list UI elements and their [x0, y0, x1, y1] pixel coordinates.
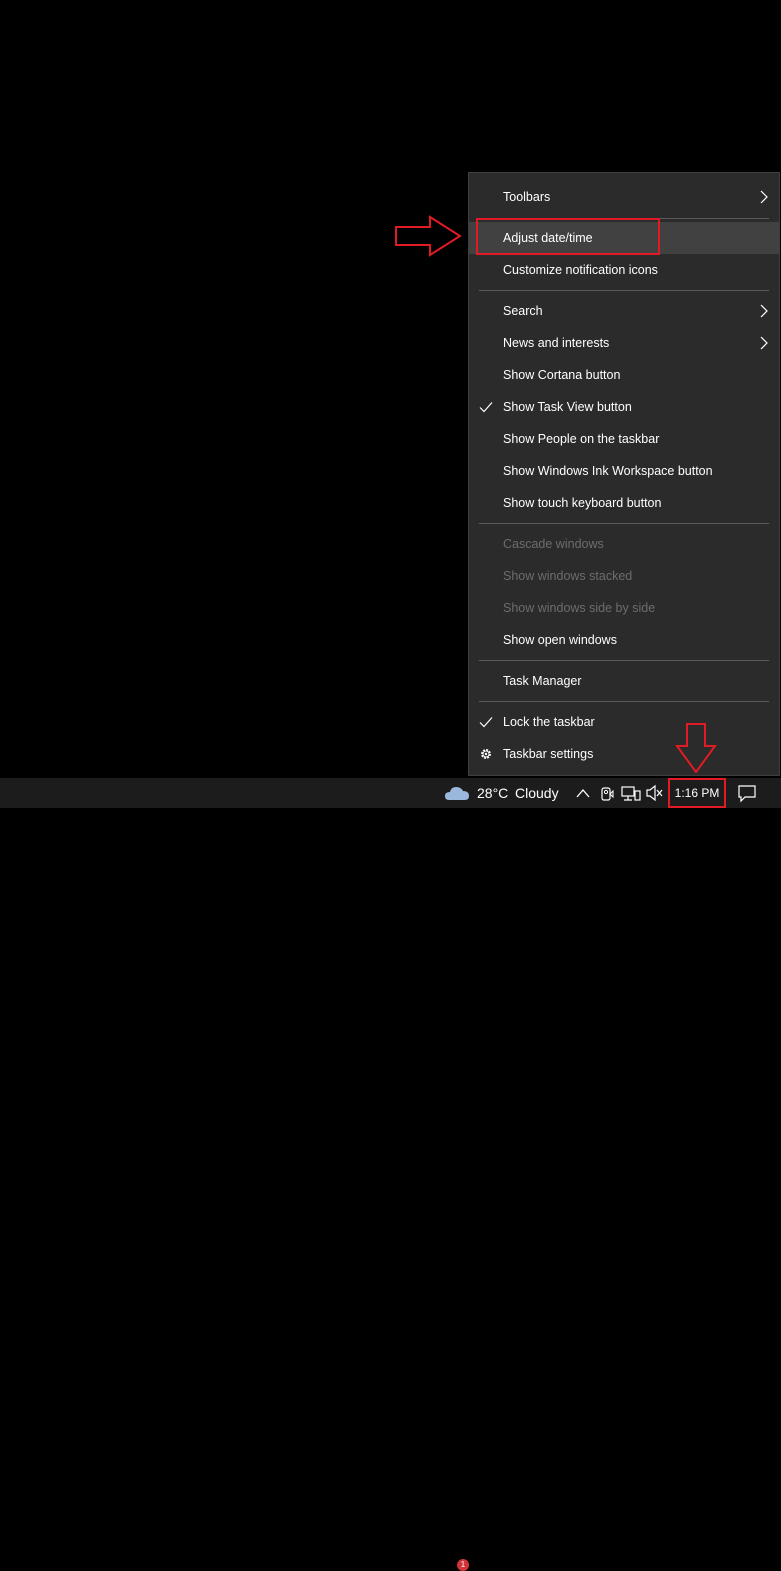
taskbar-context-menu: Toolbars Adjust date/time Customize noti…: [468, 172, 780, 776]
menu-item-show-task-view-button[interactable]: Show Task View button: [469, 391, 779, 423]
menu-item-label: Search: [503, 304, 543, 318]
menu-item-show-people[interactable]: Show People on the taskbar: [469, 423, 779, 455]
menu-item-label: Task Manager: [503, 674, 582, 688]
chevron-right-icon: [760, 304, 768, 318]
chevron-up-icon[interactable]: [574, 778, 592, 808]
menu-separator: [479, 660, 769, 661]
menu-separator: [479, 523, 769, 524]
menu-item-label: Show touch keyboard button: [503, 496, 662, 510]
annotation-clock-box: [668, 778, 726, 808]
weather-temperature[interactable]: 28°C: [477, 778, 508, 808]
chevron-right-icon: [760, 190, 768, 204]
annotation-highlight-box: [476, 218, 660, 255]
menu-separator: [479, 701, 769, 702]
menu-item-label: Show Cortana button: [503, 368, 621, 382]
checkmark-icon: [479, 717, 493, 728]
menu-item-show-cortana-button[interactable]: Show Cortana button: [469, 359, 779, 391]
gear-icon: [481, 749, 491, 759]
notification-badge: 1: [457, 1559, 469, 1571]
annotation-arrow-down-icon: [675, 723, 717, 774]
menu-item-cascade-windows: Cascade windows: [469, 528, 779, 560]
menu-item-label: Show Windows Ink Workspace button: [503, 464, 713, 478]
menu-item-label: Show Task View button: [503, 400, 632, 414]
menu-separator: [479, 290, 769, 291]
menu-item-task-manager[interactable]: Task Manager: [469, 665, 779, 697]
menu-item-label: Show open windows: [503, 633, 617, 647]
network-icon[interactable]: [620, 778, 642, 808]
menu-item-toolbars[interactable]: Toolbars: [469, 181, 779, 213]
checkmark-icon: [479, 402, 493, 413]
menu-item-lock-the-taskbar[interactable]: Lock the taskbar: [469, 706, 779, 738]
menu-item-label: Lock the taskbar: [503, 715, 595, 729]
action-center-icon[interactable]: [736, 778, 758, 808]
menu-item-label: Customize notification icons: [503, 263, 658, 277]
volume-muted-icon[interactable]: [645, 778, 665, 808]
menu-item-customize-notification-icons[interactable]: Customize notification icons: [469, 254, 779, 286]
menu-item-taskbar-settings[interactable]: Taskbar settings: [469, 738, 779, 770]
menu-item-label: Show People on the taskbar: [503, 432, 660, 446]
menu-item-show-windows-stacked: Show windows stacked: [469, 560, 779, 592]
weather-condition[interactable]: Cloudy: [515, 778, 559, 808]
menu-item-label: News and interests: [503, 336, 610, 350]
menu-item-label: Toolbars: [503, 190, 551, 204]
menu-item-label: Show windows side by side: [503, 601, 656, 615]
chevron-right-icon: [760, 336, 768, 350]
menu-item-show-windows-side-by-side: Show windows side by side: [469, 592, 779, 624]
annotation-arrow-right-icon: [395, 215, 462, 257]
cloud-icon[interactable]: [444, 778, 472, 808]
menu-item-show-touch-keyboard[interactable]: Show touch keyboard button: [469, 487, 779, 519]
menu-item-news-and-interests[interactable]: News and interests: [469, 327, 779, 359]
menu-item-label: Cascade windows: [503, 537, 604, 551]
menu-item-show-open-windows[interactable]: Show open windows: [469, 624, 779, 656]
menu-item-label: Taskbar settings: [503, 747, 594, 761]
menu-item-show-windows-ink[interactable]: Show Windows Ink Workspace button: [469, 455, 779, 487]
meet-now-icon[interactable]: [598, 778, 616, 808]
taskbar: 1 28°C Cloudy: [0, 778, 781, 1571]
menu-item-search[interactable]: Search: [469, 295, 779, 327]
menu-item-label: Show windows stacked: [503, 569, 633, 583]
